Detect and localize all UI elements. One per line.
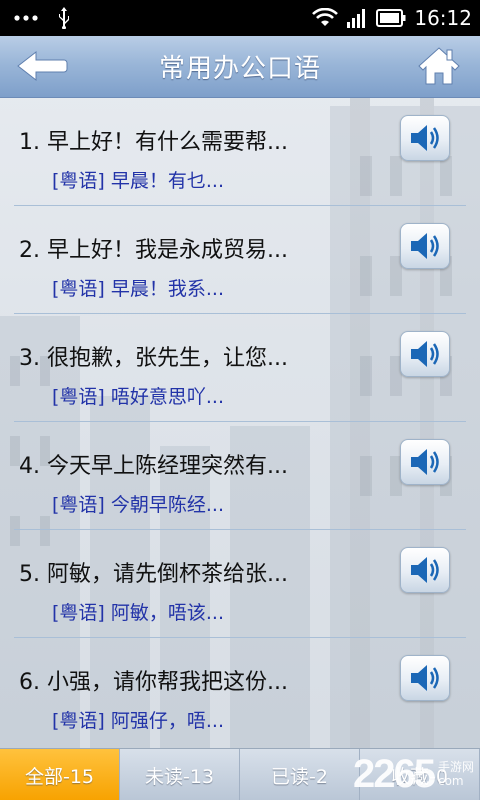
play-audio-button[interactable] — [400, 655, 450, 701]
cantonese-text: [粤语] 阿敏，唔该... — [52, 602, 224, 624]
more-dots-icon — [14, 14, 38, 22]
phrase-text: 1. 早上好！有什么需要帮... — [19, 130, 288, 155]
back-arrow-icon — [17, 50, 68, 82]
play-audio-button[interactable] — [400, 223, 450, 269]
tab-unread[interactable]: 未读-13 — [120, 749, 240, 800]
usb-icon — [56, 7, 72, 29]
clock: 16:12 — [414, 6, 472, 30]
title-bar: 常用办公口语 — [0, 36, 480, 98]
phrase-text: 5. 阿敏，请先倒杯茶给张... — [19, 562, 288, 587]
list-item[interactable]: 3. 很抱歉，张先生，让您... [粤语] 唔好意思吖... — [14, 314, 466, 422]
home-icon — [418, 47, 460, 85]
speaker-icon — [411, 449, 439, 475]
battery-icon — [376, 9, 406, 27]
wifi-icon — [312, 8, 339, 28]
tab-all[interactable]: 全部-15 — [0, 749, 120, 800]
phrase-text: 2. 早上好！我是永成贸易... — [19, 238, 288, 263]
back-button[interactable] — [16, 50, 68, 82]
speaker-icon — [411, 557, 439, 583]
cantonese-text: [粤语] 早晨！我系... — [52, 278, 224, 300]
cantonese-text: [粤语] 今朝早陈经... — [52, 494, 224, 516]
tab-read[interactable]: 已读-2 — [240, 749, 360, 800]
bottom-tab-bar: 全部-15 未读-13 已读-2 收藏-0 — [0, 748, 480, 800]
list-item[interactable]: 2. 早上好！我是永成贸易... [粤语] 早晨！我系... — [14, 206, 466, 314]
page-title: 常用办公口语 — [158, 54, 321, 84]
phrase-text: 3. 很抱歉，张先生，让您... — [19, 346, 288, 371]
list-item[interactable]: 5. 阿敏，请先倒杯茶给张... [粤语] 阿敏，唔该... — [14, 530, 466, 638]
list-item[interactable]: 4. 今天早上陈经理突然有... [粤语] 今朝早陈经... — [14, 422, 466, 530]
play-audio-button[interactable] — [400, 115, 450, 161]
signal-icon — [346, 8, 368, 28]
play-audio-button[interactable] — [400, 331, 450, 377]
phrase-text: 6. 小强，请你帮我把这份... — [19, 670, 288, 695]
home-button[interactable] — [418, 46, 460, 86]
phrase-list: 1. 早上好！有什么需要帮... [粤语] 早晨！有乜... 2. 早上好！我是… — [0, 98, 480, 748]
status-bar: 16:12 — [0, 0, 480, 36]
cantonese-text: [粤语] 阿强仔，唔... — [52, 710, 224, 732]
speaker-icon — [411, 341, 439, 367]
list-item[interactable]: 1. 早上好！有什么需要帮... [粤语] 早晨！有乜... — [14, 98, 466, 206]
tab-favorites[interactable]: 收藏-0 — [360, 749, 480, 800]
speaker-icon — [411, 233, 439, 259]
play-audio-button[interactable] — [400, 547, 450, 593]
app-screen: 常用办公口语 1. 早上好！有什么需要帮... [粤语] 早晨！有乜... 2.… — [0, 36, 480, 800]
speaker-icon — [411, 125, 439, 151]
phrase-text: 4. 今天早上陈经理突然有... — [19, 454, 288, 479]
play-audio-button[interactable] — [400, 439, 450, 485]
list-item[interactable]: 6. 小强，请你帮我把这份... [粤语] 阿强仔，唔... — [14, 638, 466, 746]
speaker-icon — [411, 665, 439, 691]
cantonese-text: [粤语] 唔好意思吖... — [52, 386, 224, 408]
cantonese-text: [粤语] 早晨！有乜... — [52, 170, 224, 192]
